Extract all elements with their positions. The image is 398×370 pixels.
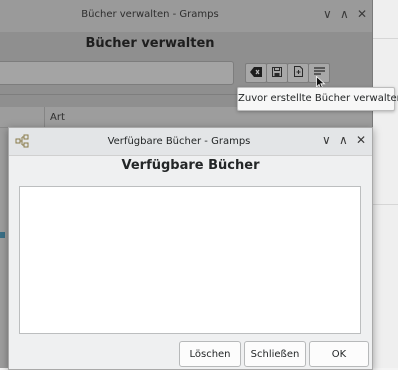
- column-header-type[interactable]: Art: [50, 112, 65, 123]
- minimize-button[interactable]: ∨: [322, 133, 331, 147]
- available-books-dialog: Verfügbare Bücher - Gramps ∨ ∧ ✕ Verfügb…: [8, 127, 373, 370]
- available-books-heading: Verfügbare Bücher: [121, 158, 260, 173]
- maximize-button[interactable]: ∧: [339, 133, 348, 147]
- minimize-button[interactable]: ∨: [323, 7, 332, 21]
- manage-books-window-title: Bücher verwalten - Gramps: [81, 9, 219, 20]
- background-app-panel: [372, 0, 398, 368]
- save-icon: [272, 66, 282, 80]
- book-name-input[interactable]: [0, 61, 234, 85]
- delete-button[interactable]: Löschen: [179, 341, 241, 367]
- clear-button[interactable]: [245, 63, 267, 83]
- clear-icon: [250, 66, 262, 80]
- ok-button[interactable]: OK: [309, 341, 369, 367]
- available-books-list[interactable]: [19, 186, 361, 334]
- column-separator: [44, 107, 45, 127]
- manage-books-heading: Bücher verwalten: [85, 36, 215, 51]
- close-button[interactable]: ✕: [356, 133, 366, 147]
- maximize-button[interactable]: ∧: [340, 7, 349, 21]
- selection-accent: [0, 232, 5, 238]
- close-dialog-button[interactable]: Schließen: [244, 341, 306, 367]
- background-divider: [373, 204, 398, 205]
- background-divider: [373, 38, 398, 39]
- save-book-button[interactable]: [266, 63, 288, 83]
- close-button[interactable]: ✕: [357, 7, 367, 21]
- open-book-icon: [293, 66, 303, 80]
- open-book-button[interactable]: [287, 63, 309, 83]
- available-books-window-title: Verfügbare Bücher - Gramps: [107, 136, 251, 147]
- manage-books-tooltip: Zuvor erstellte Bücher verwalten: [237, 87, 398, 111]
